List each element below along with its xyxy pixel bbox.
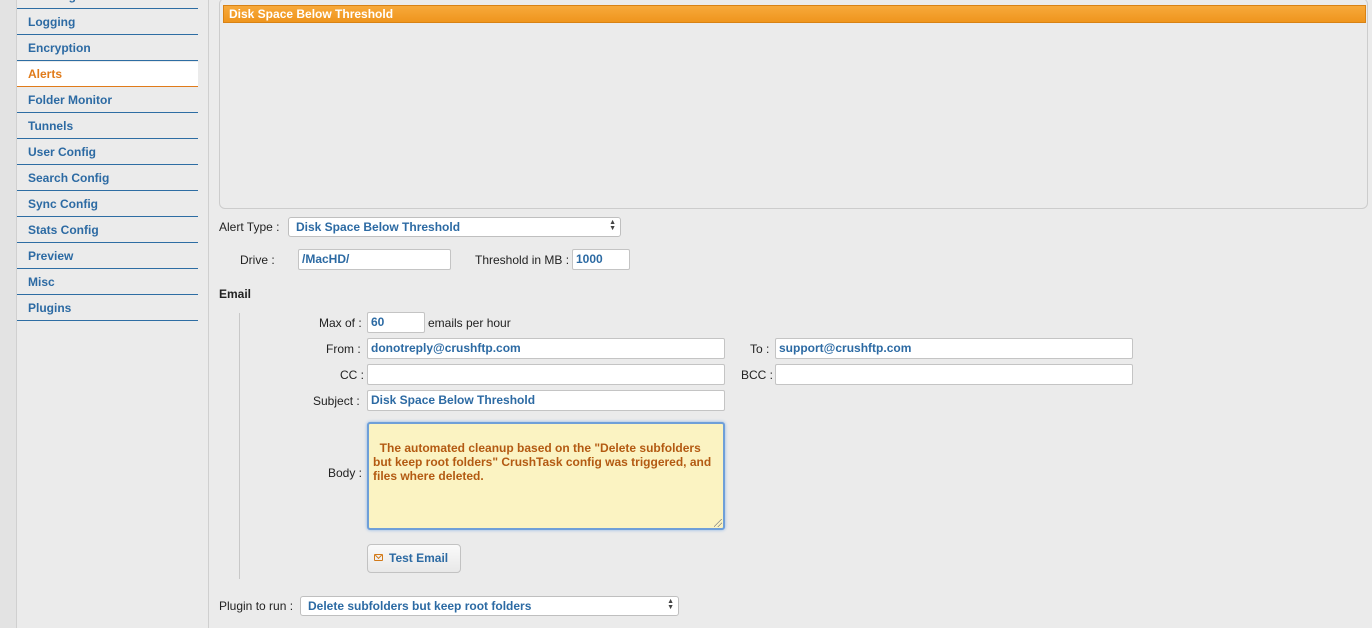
- from-label: From :: [326, 342, 361, 356]
- alert-type-select[interactable]: Disk Space Below Threshold ▲ ▼: [288, 217, 621, 237]
- sidebar-item-plugins[interactable]: Plugins: [17, 296, 198, 321]
- body-label: Body :: [328, 466, 363, 480]
- alert-type-value: Disk Space Below Threshold: [296, 220, 461, 234]
- body-text: The automated cleanup based on the "Dele…: [373, 441, 715, 483]
- subject-input[interactable]: Disk Space Below Threshold: [367, 390, 725, 411]
- sidebar-item-folder-monitor[interactable]: Folder Monitor: [17, 88, 198, 113]
- drive-label: Drive :: [240, 253, 275, 267]
- alerts-list[interactable]: Disk Space Below Threshold: [219, 0, 1368, 209]
- alert-list-item-selected[interactable]: Disk Space Below Threshold: [223, 5, 1366, 23]
- select-arrows-icon: ▲ ▼: [667, 598, 674, 611]
- to-input[interactable]: support@crushftp.com: [775, 338, 1133, 359]
- threshold-input[interactable]: 1000: [572, 249, 630, 270]
- sidebar-item-banning[interactable]: Banning: [17, 0, 198, 9]
- body-textarea[interactable]: The automated cleanup based on the "Dele…: [367, 422, 725, 530]
- test-email-label: Test Email: [389, 551, 449, 565]
- email-section-rule: [239, 313, 240, 579]
- threshold-label: Threshold in MB :: [475, 253, 570, 267]
- plugin-label: Plugin to run :: [219, 599, 294, 613]
- sidebar-item-search-config[interactable]: Search Config: [17, 166, 198, 191]
- cc-input[interactable]: [367, 364, 725, 385]
- select-arrows-icon: ▲ ▼: [609, 219, 616, 232]
- drive-input[interactable]: /MacHD/: [298, 249, 451, 270]
- sidebar-item-logging[interactable]: Logging: [17, 10, 198, 35]
- main-divider: [208, 0, 209, 628]
- bcc-input[interactable]: [775, 364, 1133, 385]
- sidebar-item-alerts[interactable]: Alerts: [17, 62, 198, 87]
- sidebar-item-misc[interactable]: Misc: [17, 270, 198, 295]
- plugin-select[interactable]: Delete subfolders but keep root folders …: [300, 596, 679, 616]
- subject-label: Subject :: [313, 394, 360, 408]
- per-hour-label: emails per hour: [428, 316, 511, 330]
- max-emails-input[interactable]: 60: [367, 312, 425, 333]
- resize-grip-icon[interactable]: [714, 519, 722, 527]
- sidebar-item-sync-config[interactable]: Sync Config: [17, 192, 198, 217]
- sidebar-item-encryption[interactable]: Encryption: [17, 36, 198, 61]
- left-edge-strip: [0, 0, 17, 628]
- mail-icon: [374, 554, 383, 561]
- bcc-label: BCC :: [741, 368, 774, 382]
- alert-type-label: Alert Type :: [219, 220, 280, 234]
- from-input[interactable]: donotreply@crushftp.com: [367, 338, 725, 359]
- sidebar-item-preview[interactable]: Preview: [17, 244, 198, 269]
- sidebar-item-stats-config[interactable]: Stats Config: [17, 218, 198, 243]
- email-section-title: Email: [219, 287, 252, 301]
- sidebar-item-user-config[interactable]: User Config: [17, 140, 198, 165]
- sidebar-nav: Banning Logging Encryption Alerts Folder…: [17, 0, 198, 321]
- max-emails-label: Max of :: [319, 316, 362, 330]
- to-label: To :: [750, 342, 770, 356]
- plugin-value: Delete subfolders but keep root folders: [308, 599, 532, 613]
- test-email-button[interactable]: Test Email: [367, 544, 461, 573]
- cc-label: CC :: [340, 368, 364, 382]
- sidebar-item-tunnels[interactable]: Tunnels: [17, 114, 198, 139]
